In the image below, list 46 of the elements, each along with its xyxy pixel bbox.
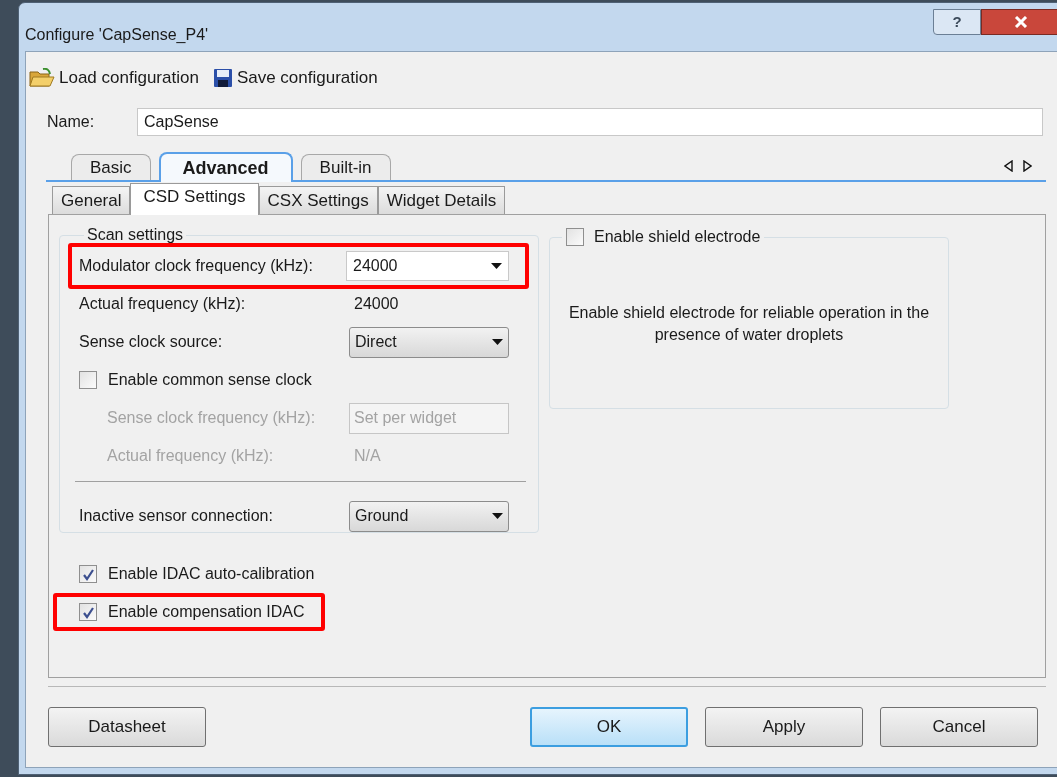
close-icon [1014,16,1028,28]
toolbar-button[interactable]: Load configuration [29,65,199,91]
help-button[interactable]: ? [933,9,981,35]
folder-icon [29,68,55,88]
dropdown[interactable]: Direct [349,326,509,358]
checkbox-label[interactable]: Enable shield electrode [594,225,761,249]
field-label: Sense clock source: [79,332,224,352]
scroll-right-icon[interactable] [1023,160,1032,172]
checkbox[interactable] [79,565,97,583]
dropdown[interactable]: Ground [349,500,509,532]
value-text: N/A [353,446,381,466]
tab[interactable]: CSX Settings [258,186,378,214]
dropdown[interactable]: 24000 [346,251,509,281]
value-text: 24000 [353,294,399,314]
scroll-left-icon[interactable] [1004,160,1013,172]
dialog-button[interactable]: Datasheet [48,707,206,747]
checkbox[interactable] [79,603,97,621]
dialog-button[interactable]: Apply [705,707,863,747]
field-label: Actual frequency (kHz): [106,446,275,466]
close-button[interactable] [981,9,1057,35]
field-label: Actual frequency (kHz): [79,294,247,314]
field-label: Sense clock frequency (kHz): [106,408,317,428]
checkbox-label[interactable]: Enable common sense clock [108,368,312,392]
caret-icon [492,513,503,519]
field-label: Inactive sensor connection: [79,506,274,526]
tab[interactable]: Advanced [158,152,293,182]
caret-icon [492,339,503,345]
window-title: Configure 'CapSense_P4' [25,25,209,45]
field-label: Modulator clock frequency (kHz): [79,256,314,276]
tab[interactable]: Widget Details [377,186,506,214]
tab[interactable]: CSD Settings [130,183,259,215]
checkbox[interactable] [79,371,97,389]
toolbar-button[interactable]: Save configuration [212,65,378,91]
tab[interactable]: Basic [71,154,151,180]
caret-icon [491,263,502,269]
group-title: Scan settings [86,225,185,245]
checkbox-label[interactable]: Enable compensation IDAC [108,600,305,624]
dialog-button[interactable]: Cancel [880,707,1038,747]
name-label: Name: [47,112,96,132]
name-field[interactable]: CapSense [137,108,1043,136]
dialog-button[interactable]: OK [530,707,688,747]
checkbox[interactable] [566,228,584,246]
description-text: Enable shield electrode for reliable operation in the presence of water droplets [568,303,930,345]
tab[interactable]: Built-in [300,154,391,180]
tab[interactable]: General [52,186,131,214]
checkbox-label[interactable]: Enable IDAC auto-calibration [108,562,315,586]
